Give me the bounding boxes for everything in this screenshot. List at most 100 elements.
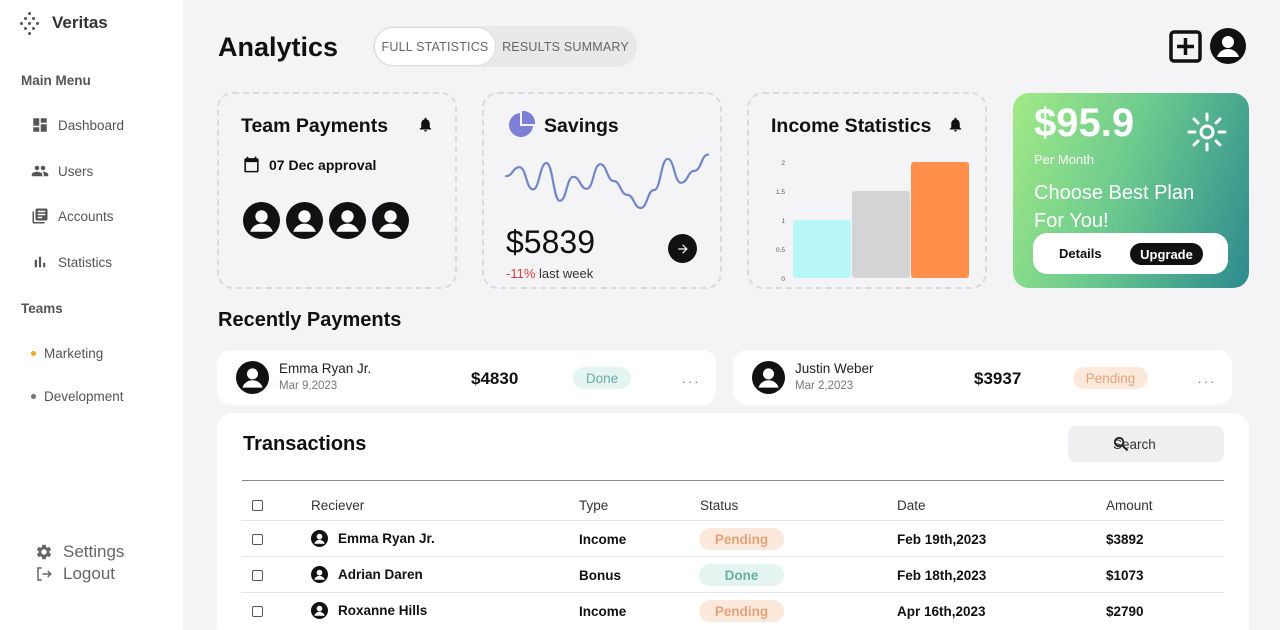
card-title: Savings [544, 115, 619, 137]
bell-icon[interactable] [947, 116, 964, 133]
sidebar-item-label: Statistics [58, 254, 113, 270]
y-tick-label: 0.5 [776, 247, 785, 254]
row-divider [242, 556, 1224, 557]
bell-icon[interactable] [417, 116, 434, 133]
plan-period: Per Month [1034, 152, 1094, 167]
sidebar: Veritas Main Menu Dashboard Users Accoun… [0, 0, 183, 630]
tab-full-statistics[interactable]: FULL STATISTICS [374, 27, 496, 66]
logout-link[interactable]: Logout [35, 564, 115, 584]
avatar-icon [752, 361, 785, 394]
plan-actions: Details Upgrade [1033, 233, 1228, 274]
arrow-right-icon [677, 243, 688, 254]
statistics-icon [34, 256, 46, 268]
status-badge: Pending [1073, 367, 1148, 389]
receiver-cell[interactable]: Roxanne Hills [311, 602, 427, 619]
avatar-icon [311, 602, 328, 619]
sun-icon [1187, 112, 1227, 152]
upgrade-button[interactable]: Upgrade [1130, 243, 1203, 265]
row-divider [242, 520, 1224, 521]
column-header-type[interactable]: Type [579, 498, 608, 513]
change-suffix: last week [535, 266, 594, 281]
type-cell: Income [579, 532, 627, 547]
bar-2[interactable] [852, 191, 910, 278]
column-header-status[interactable]: Status [700, 498, 738, 513]
date-cell: Feb 18th,2023 [897, 568, 987, 583]
column-header-date[interactable]: Date [897, 498, 926, 513]
approval-text: 07 Dec approval [269, 156, 377, 173]
add-square-icon[interactable] [1169, 30, 1202, 63]
receiver-cell[interactable]: Emma Ryan Jr. [311, 530, 435, 547]
select-all-checkbox[interactable] [252, 500, 263, 511]
status-badge: Pending [699, 528, 784, 550]
savings-amount: $5839 [506, 224, 595, 260]
receiver-cell[interactable]: Adrian Daren [311, 566, 423, 583]
more-options-button[interactable]: ... [682, 372, 701, 386]
column-header-amount[interactable]: Amount [1106, 498, 1153, 513]
details-button[interactable]: Details [1059, 246, 1102, 261]
savings-change: -11% last week [506, 266, 593, 281]
logout-label: Logout [63, 564, 115, 583]
savings-arrow-button[interactable] [668, 234, 697, 263]
plan-text: Choose Best Plan For You! [1034, 182, 1195, 232]
status-badge: Done [699, 564, 784, 586]
income-bar-chart: 0 0.5 1 1.5 2 [776, 160, 969, 282]
type-cell: Income [579, 604, 627, 619]
sidebar-item-statistics[interactable]: Statistics [31, 253, 112, 271]
y-tick-label: 1 [781, 218, 785, 225]
recent-payments-title: Recently Payments [218, 309, 402, 331]
team-item-marketing[interactable]: Marketing [31, 346, 103, 361]
sidebar-item-label: Accounts [58, 208, 114, 224]
payment-date: Mar 2,2023 [795, 380, 854, 392]
payment-card[interactable]: Emma Ryan Jr. Mar 9,2023 $4830 Done ... [217, 350, 716, 405]
payer-name: Emma Ryan Jr. [279, 361, 372, 376]
more-options-button[interactable]: ... [1198, 372, 1217, 386]
bar-3[interactable] [911, 162, 969, 278]
avatar-icon[interactable] [286, 202, 323, 239]
transactions-panel: Transactions Search Reciever Type Status… [217, 413, 1249, 630]
avatar-icon[interactable] [243, 202, 280, 239]
card-title: Team Payments [241, 115, 389, 137]
brand-logo[interactable]: Veritas [20, 12, 108, 35]
type-cell: Bonus [579, 568, 621, 583]
accounts-icon [32, 208, 48, 224]
payment-date: Mar 9,2023 [279, 380, 338, 392]
y-tick-label: 2 [781, 160, 785, 167]
savings-card: Savings $5839 -11% last week [482, 92, 722, 289]
y-tick-label: 0 [781, 276, 785, 282]
payment-card[interactable]: Justin Weber Mar 2,2023 $3937 Pending ..… [733, 350, 1232, 405]
bar-1[interactable] [793, 220, 851, 278]
avatar-icon[interactable] [372, 202, 409, 239]
column-header-receiver[interactable]: Reciever [311, 498, 364, 513]
avatar-icon[interactable] [329, 202, 366, 239]
brand-name: Veritas [52, 13, 108, 32]
payment-amount: $4830 [471, 369, 519, 388]
row-checkbox[interactable] [252, 606, 263, 617]
date-cell: Feb 19th,2023 [897, 532, 987, 547]
sidebar-item-users[interactable]: Users [31, 162, 93, 180]
user-avatar-icon[interactable] [1210, 28, 1246, 64]
logout-icon [37, 567, 52, 581]
receiver-name: Roxanne Hills [338, 603, 428, 618]
sidebar-item-dashboard[interactable]: Dashboard [31, 116, 124, 134]
row-divider [242, 592, 1224, 593]
y-tick-label: 1.5 [776, 189, 785, 196]
team-avatars [243, 202, 409, 239]
tab-results-summary[interactable]: RESULTS SUMMARY [498, 27, 633, 66]
search-icon [1113, 436, 1128, 451]
teams-title: Teams [21, 301, 63, 316]
status-badge: Pending [699, 600, 784, 622]
row-checkbox[interactable] [252, 534, 263, 545]
income-statistics-card: Income Statistics 0 0.5 1 1.5 2 [747, 92, 987, 289]
card-title: Income Statistics [771, 115, 932, 137]
avatar-icon [236, 361, 269, 394]
view-toggle: FULL STATISTICS RESULTS SUMMARY [373, 26, 637, 67]
dashboard-icon [33, 118, 47, 132]
sidebar-item-accounts[interactable]: Accounts [31, 207, 114, 225]
search-button[interactable]: Search [1068, 426, 1224, 462]
team-item-development[interactable]: Development [31, 389, 124, 404]
row-checkbox[interactable] [252, 570, 263, 581]
receiver-name: Adrian Daren [338, 567, 423, 582]
transactions-title: Transactions [243, 433, 367, 455]
plan-price: $95.9 [1034, 101, 1135, 145]
settings-link[interactable]: Settings [35, 542, 124, 562]
